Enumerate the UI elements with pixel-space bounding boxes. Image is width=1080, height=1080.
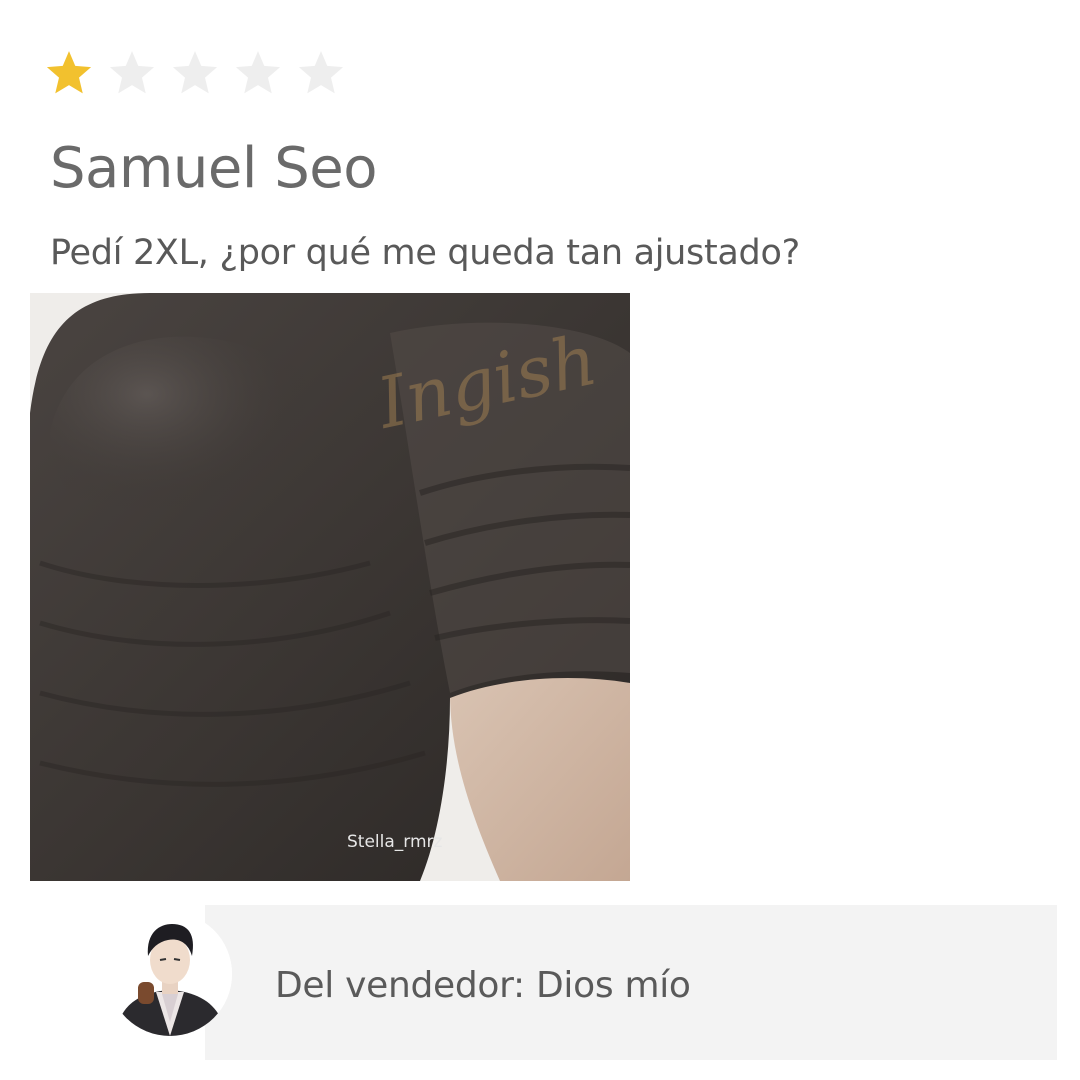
reviewer-name: Samuel Seo <box>50 136 377 201</box>
photo-credit: Stella_rmrz <box>347 832 443 852</box>
star-rating <box>44 48 346 98</box>
seller-avatar[interactable] <box>108 912 232 1036</box>
star-icon-empty <box>233 48 283 98</box>
review-text: Pedí 2XL, ¿por qué me queda tan ajustado… <box>50 233 800 273</box>
star-icon-empty <box>170 48 220 98</box>
seller-reply-text: Del vendedor: Dios mío <box>275 965 691 1006</box>
star-icon-empty <box>296 48 346 98</box>
review-photo[interactable]: Ingish <box>30 293 630 881</box>
star-icon-empty <box>107 48 157 98</box>
seller-reply: Del vendedor: Dios mío <box>205 905 1057 1060</box>
star-icon-filled <box>44 48 94 98</box>
